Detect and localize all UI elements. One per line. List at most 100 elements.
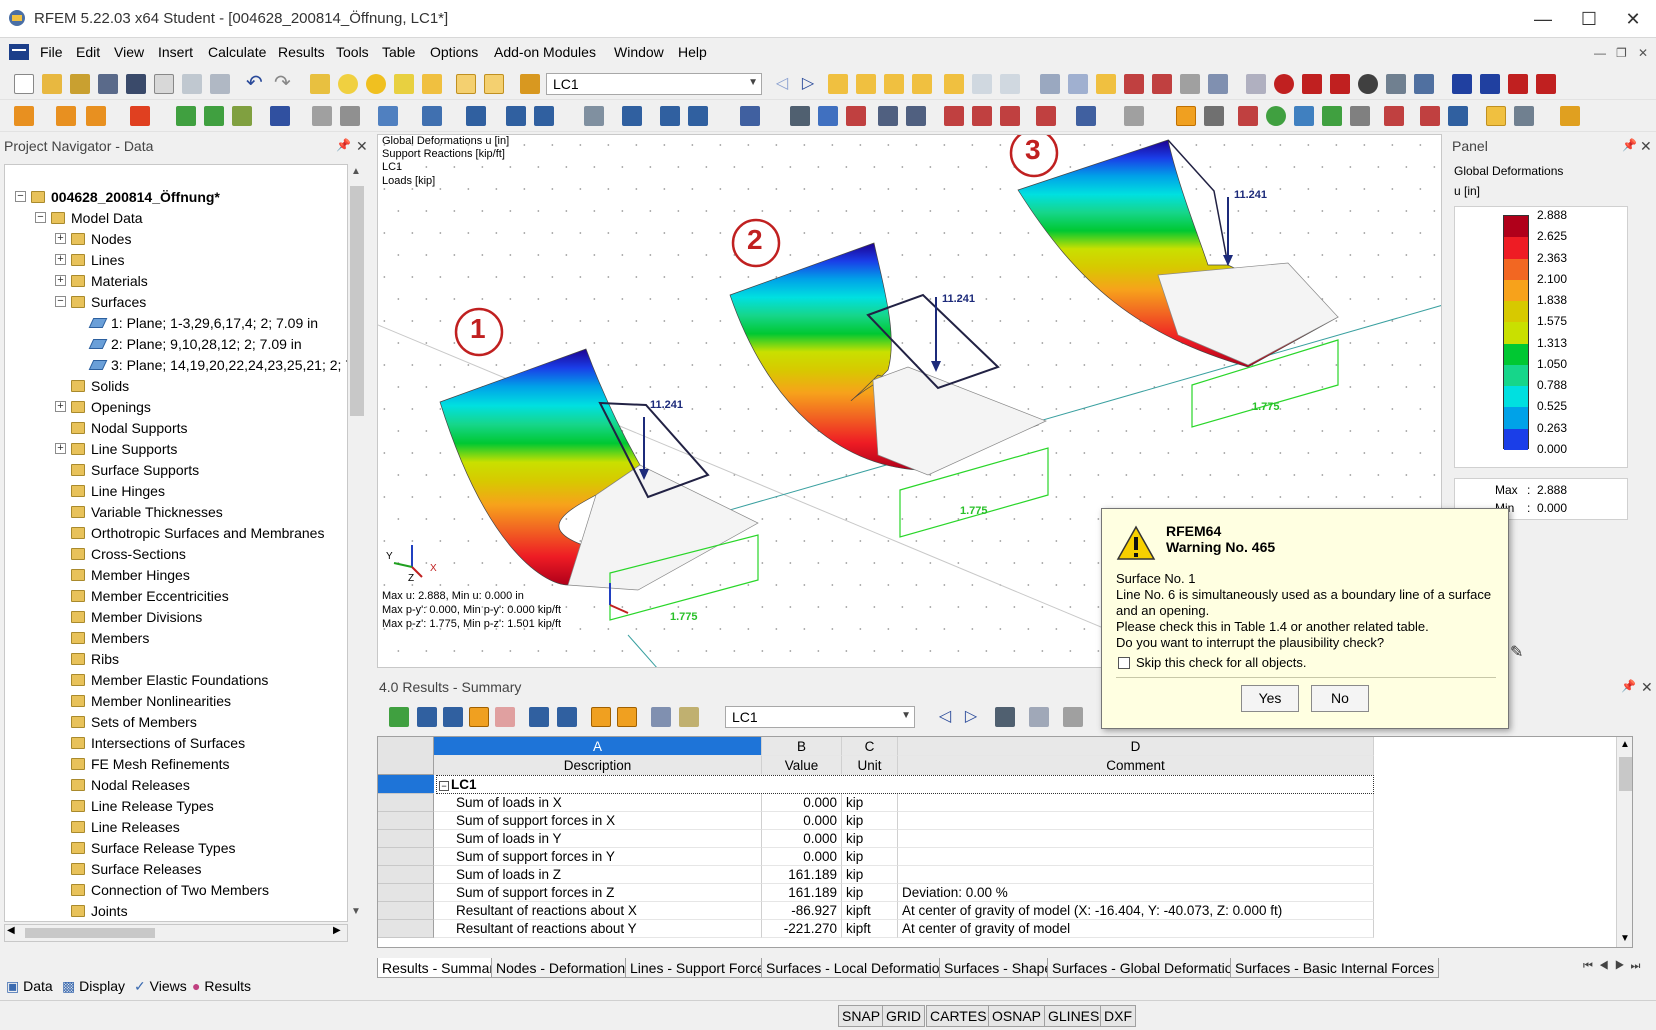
results-pick-icon[interactable] xyxy=(995,707,1015,727)
description-cell[interactable]: Sum of loads in X xyxy=(434,794,762,812)
unit-cell[interactable]: kip xyxy=(842,884,898,902)
unit-cell[interactable]: kip xyxy=(842,848,898,866)
cancel-icon[interactable] xyxy=(1330,74,1350,94)
results-up-icon[interactable] xyxy=(417,707,437,727)
surface-1[interactable] xyxy=(439,348,759,591)
results-prev-case-icon[interactable]: ◁ xyxy=(935,707,955,727)
results-grid[interactable]: A B C D Description Value Unit Comment −… xyxy=(377,736,1633,948)
calculate-icon[interactable] xyxy=(338,74,358,94)
comment-cell[interactable] xyxy=(898,848,1374,866)
load-case-select[interactable]: LC1 ▼ xyxy=(546,73,762,95)
scroll-left-icon[interactable]: ◀ xyxy=(7,925,15,936)
tab-lines-support-forces[interactable]: Lines - Support Forces xyxy=(625,958,777,978)
results-icon[interactable] xyxy=(366,74,386,94)
tree-item-cross-sections[interactable]: Cross-Sections xyxy=(71,543,186,565)
no-button[interactable]: No xyxy=(1311,685,1369,712)
axis-y-icon[interactable] xyxy=(972,106,992,126)
max-min-icon[interactable] xyxy=(856,74,876,94)
results-export-icon[interactable] xyxy=(389,707,409,727)
expander-icon[interactable]: − xyxy=(35,212,46,223)
render-icon[interactable] xyxy=(1358,74,1378,94)
row-header[interactable] xyxy=(378,848,434,866)
tree-item-variable-thicknesses[interactable]: Variable Thicknesses xyxy=(71,501,223,523)
tree-surface-1[interactable]: 1: Plane; 1-3,29,6,17,4; 2; 7.09 in xyxy=(88,312,318,334)
results-next-icon[interactable] xyxy=(557,707,577,727)
rotate-icon[interactable] xyxy=(660,106,680,126)
mdi-restore-button[interactable]: ❐ xyxy=(1616,46,1627,60)
results-scroll-down-icon[interactable]: ▼ xyxy=(1620,933,1630,944)
group-row-header[interactable] xyxy=(378,775,434,794)
results-sort-icon[interactable] xyxy=(591,707,611,727)
tree-item-solids[interactable]: Solids xyxy=(71,375,129,397)
selection-icon[interactable] xyxy=(1246,74,1266,94)
tree-item-materials[interactable]: + Materials xyxy=(55,270,148,292)
clipping-icon[interactable] xyxy=(1322,106,1342,126)
menu-view[interactable]: View xyxy=(114,44,144,60)
description-cell[interactable]: Resultant of reactions about X xyxy=(434,902,762,920)
panel-icon[interactable] xyxy=(484,74,504,94)
line-load-icon[interactable] xyxy=(466,106,486,126)
section-view-icon[interactable] xyxy=(906,106,926,126)
tree-surface-2[interactable]: 2: Plane; 9,10,28,12; 2; 7.09 in xyxy=(88,333,302,355)
tree-item-line-release-types[interactable]: Line Release Types xyxy=(71,795,214,817)
new-surface-icon[interactable] xyxy=(176,106,196,126)
new-line-icon[interactable] xyxy=(56,106,76,126)
dimension-active-icon[interactable] xyxy=(1176,106,1196,126)
redo-icon[interactable]: ↷ xyxy=(274,73,294,94)
tree-item-nodal-constraints[interactable]: Nodal Constraints xyxy=(71,921,202,922)
results-search-icon[interactable] xyxy=(1029,707,1049,727)
expander-icon[interactable]: + xyxy=(55,254,66,265)
expander-icon[interactable]: + xyxy=(55,401,66,412)
menu-insert[interactable]: Insert xyxy=(158,44,193,60)
scroll-up-icon[interactable]: ▲ xyxy=(351,166,361,177)
results-pin-icon[interactable]: 📌 xyxy=(1621,679,1636,693)
open-icon[interactable] xyxy=(42,74,62,94)
tree-item-ribs[interactable]: Ribs xyxy=(71,648,119,670)
save-icon[interactable] xyxy=(126,74,146,94)
tab-surfaces-global-deformations[interactable]: Surfaces - Global Deformations xyxy=(1047,958,1253,978)
description-cell[interactable]: Sum of loads in Y xyxy=(434,830,762,848)
scale-model-icon[interactable] xyxy=(688,106,708,126)
row-header[interactable] xyxy=(378,794,434,812)
table-icon[interactable] xyxy=(456,74,476,94)
tree-item-nodes[interactable]: + Nodes xyxy=(55,228,131,250)
result-extremes-icon[interactable] xyxy=(912,74,932,94)
navigator-tree[interactable]: −004628_200814_Öffnung* − Model Data + Nodes… xyxy=(4,164,348,922)
tree-item-intersections-of-surfaces[interactable]: Intersections of Surfaces xyxy=(71,732,245,754)
navigator-scrollbar[interactable]: ▲ ▼ xyxy=(348,164,366,922)
dimension-icon[interactable] xyxy=(340,106,360,126)
table-grid-icon[interactable] xyxy=(1448,106,1468,126)
results-columns-icon[interactable] xyxy=(651,707,671,727)
guideline-icon[interactable] xyxy=(1238,106,1258,126)
results-sort-desc-icon[interactable] xyxy=(617,707,637,727)
close-navigator-icon[interactable]: ✕ xyxy=(356,138,368,155)
unit-cell[interactable]: kip xyxy=(842,812,898,830)
undo-icon[interactable]: ↶ xyxy=(246,73,266,94)
menu-addon-modules[interactable]: Add-on Modules xyxy=(494,44,596,60)
value-cell[interactable]: 161.189 xyxy=(762,866,842,884)
tab-surfaces-shape[interactable]: Surfaces - Shape xyxy=(939,958,1058,978)
tree-item-nodal-releases[interactable]: Nodal Releases xyxy=(71,774,190,796)
tab-views[interactable]: ✓ Views xyxy=(134,978,187,995)
import-icon[interactable] xyxy=(1480,74,1500,94)
tree-surface-3[interactable]: 3: Plane; 14,19,20,22,24,23,25,21; 2; 7 xyxy=(88,354,347,376)
results-graph-icon[interactable] xyxy=(1063,707,1083,727)
tree-item-member-divisions[interactable]: Member Divisions xyxy=(71,606,202,628)
comment-icon[interactable] xyxy=(1204,106,1224,126)
tree-item-surface-releases[interactable]: Surface Releases xyxy=(71,858,202,880)
description-cell[interactable]: Sum of support forces in Z xyxy=(434,884,762,902)
expander-icon[interactable]: − xyxy=(55,296,66,307)
mdi-minimize-button[interactable]: — xyxy=(1594,46,1606,60)
menu-help[interactable]: Help xyxy=(678,44,707,60)
value-cell[interactable]: -86.927 xyxy=(762,902,842,920)
minimize-button[interactable]: — xyxy=(1520,4,1566,34)
copy-icon[interactable] xyxy=(584,106,604,126)
measure-icon[interactable] xyxy=(1076,106,1096,126)
tree-model-data[interactable]: − Model Data xyxy=(35,207,143,229)
tree-item-line-hinges[interactable]: Line Hinges xyxy=(71,480,165,502)
target-icon[interactable] xyxy=(1274,74,1294,94)
axis-x-icon[interactable] xyxy=(944,106,964,126)
col-d-header[interactable]: D xyxy=(898,737,1374,756)
value-cell[interactable]: -221.270 xyxy=(762,920,842,938)
report-icon[interactable] xyxy=(1536,74,1556,94)
